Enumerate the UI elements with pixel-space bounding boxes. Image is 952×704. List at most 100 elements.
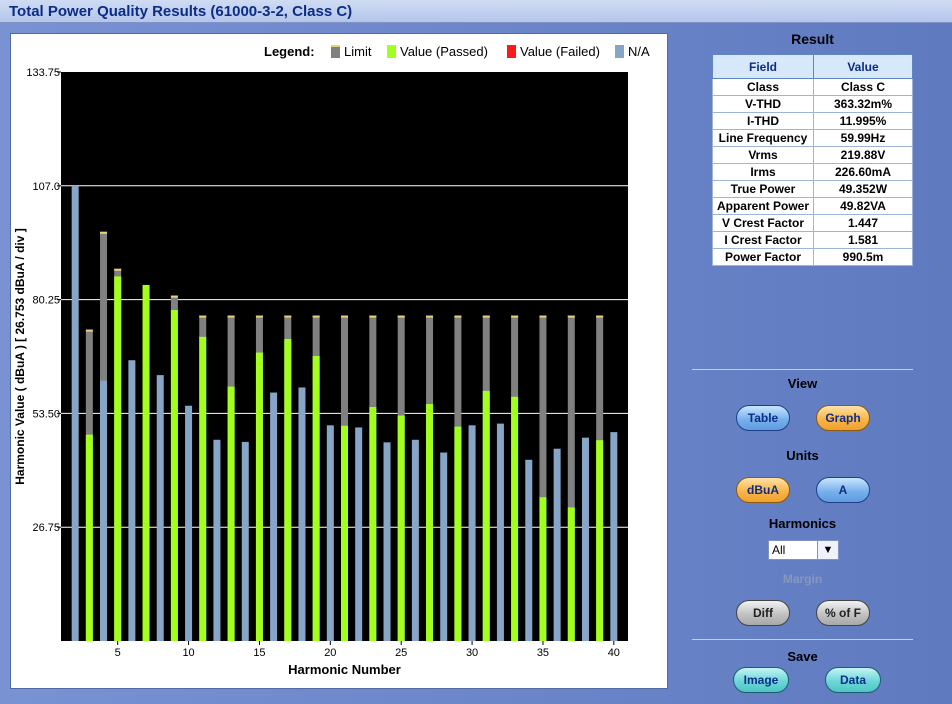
na-bar	[185, 405, 193, 641]
save-data-button[interactable]: Data	[825, 667, 881, 693]
passed-bar	[284, 338, 292, 641]
legend-title: Legend:	[264, 44, 315, 59]
x-tick-label: 15	[253, 647, 265, 659]
field-cell: Line Frequency	[712, 129, 814, 147]
result-table: Field Value Class Class C V-THD 363.32m% I…	[712, 54, 913, 266]
save-image-button[interactable]: Image	[733, 667, 789, 693]
field-cell: Power Factor	[712, 248, 814, 266]
limit-cap	[170, 295, 178, 298]
legend-label: N/A	[628, 44, 650, 59]
result-title: Result	[791, 31, 834, 47]
window-title: Total Power Quality Results (61000-3-2, …	[9, 3, 353, 20]
table-row: Irms 226.60mA	[712, 163, 913, 181]
x-tick-label: 5	[115, 647, 121, 659]
passed-bar	[482, 390, 490, 641]
na-bar	[440, 452, 448, 641]
limit-cap	[482, 315, 490, 318]
value-cell: 226.60mA	[813, 163, 913, 181]
field-cell: I-THD	[712, 112, 814, 130]
divider	[692, 369, 913, 370]
na-bar	[270, 392, 278, 641]
y-tick-label: 133.75	[26, 67, 60, 79]
legend-label: Value (Passed)	[400, 44, 488, 59]
margin-diff-button[interactable]: Diff	[736, 600, 790, 626]
passed-bar	[596, 440, 604, 641]
x-tick-label: 20	[324, 647, 336, 659]
limit-cap	[255, 315, 263, 318]
harmonics-select[interactable]: All ▼	[768, 540, 839, 560]
limit-cap	[341, 315, 348, 318]
limit-cap	[85, 329, 93, 332]
value-cell: 990.5m	[813, 248, 913, 266]
legend-label: Value (Failed)	[520, 44, 600, 59]
table-row: I Crest Factor 1.581	[712, 231, 913, 249]
field-cell: True Power	[712, 180, 814, 198]
na-bar	[241, 441, 249, 641]
limit-cap	[227, 315, 235, 318]
y-tick-label: 107.0	[32, 181, 60, 193]
harmonics-label: Harmonics	[768, 516, 837, 531]
passed-bar	[567, 507, 575, 641]
na-bar	[525, 459, 533, 641]
legend-swatch	[615, 45, 624, 58]
dropdown-arrow-icon[interactable]: ▼	[817, 541, 838, 559]
result-col-value: Value	[813, 54, 913, 79]
na-bar	[553, 448, 561, 641]
value-cell: 11.995%	[813, 112, 913, 130]
graph-view-button[interactable]: Graph	[816, 405, 870, 431]
amps-units-button[interactable]: A	[816, 477, 870, 503]
passed-bar	[227, 386, 235, 641]
value-cell: 49.352W	[813, 180, 913, 198]
table-row: V Crest Factor 1.447	[712, 214, 913, 232]
result-col-field: Field	[712, 54, 814, 79]
table-row: Class Class C	[712, 78, 913, 96]
passed-bar	[369, 407, 377, 641]
margin-label: Margin	[782, 572, 823, 586]
na-bar	[213, 439, 221, 641]
limit-cap	[199, 315, 207, 318]
value-cell: 59.99Hz	[813, 129, 913, 147]
value-cell: 1.581	[813, 231, 913, 249]
field-cell: Apparent Power	[712, 197, 814, 215]
limit-cap	[426, 315, 434, 318]
passed-bar	[341, 425, 348, 641]
passed-bar	[142, 284, 150, 641]
field-cell: Irms	[712, 163, 814, 181]
na-bar	[581, 437, 589, 641]
passed-bar	[397, 415, 405, 641]
na-bar	[468, 425, 476, 641]
y-tick-label: 80.25	[32, 295, 60, 307]
value-cell: 49.82VA	[813, 197, 913, 215]
passed-bar	[426, 404, 434, 641]
na-bar	[496, 423, 504, 641]
field-cell: I Crest Factor	[712, 231, 814, 249]
passed-bar	[85, 434, 93, 641]
title-bar: Total Power Quality Results (61000-3-2, …	[0, 0, 952, 23]
value-cell: 1.447	[813, 214, 913, 232]
divider	[692, 639, 913, 640]
limit-cap	[312, 315, 320, 318]
table-row: Vrms 219.88V	[712, 146, 913, 164]
limit-cap	[596, 315, 604, 318]
limit-cap	[114, 268, 122, 271]
margin-percent-button[interactable]: % of F	[816, 600, 870, 626]
table-row: I-THD 11.995%	[712, 112, 913, 130]
y-axis-title: Harmonic Value ( dBuA ) [ 26.753 dBuA / …	[13, 228, 27, 485]
view-label: View	[787, 376, 818, 391]
limit-cap	[511, 315, 519, 318]
na-bar	[128, 360, 136, 641]
passed-bar	[511, 396, 519, 641]
table-view-button[interactable]: Table	[736, 405, 790, 431]
legend-label: Limit	[344, 44, 372, 59]
harmonics-chart: 26.75 53.50 80.25 107.0 133.75 5 10 15 20 25 30 35 4…	[13, 44, 650, 677]
dbua-units-button[interactable]: dBuA	[736, 477, 790, 503]
passed-bar	[539, 497, 547, 641]
save-label: Save	[787, 649, 818, 664]
limit-cap	[284, 315, 292, 318]
na-bar	[411, 439, 419, 641]
passed-bar	[255, 352, 263, 641]
result-table-header: Field Value	[712, 54, 913, 79]
x-tick-label: 40	[608, 647, 620, 659]
x-tick-label: 25	[395, 647, 407, 659]
passed-bar	[114, 276, 122, 641]
